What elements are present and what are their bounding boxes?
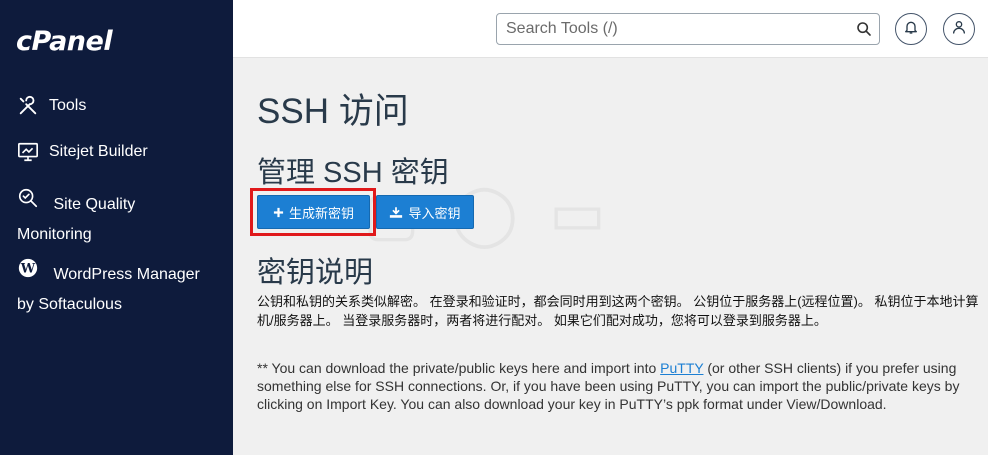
sidebar-item-label: by Softaculous [17,296,122,313]
putty-link[interactable]: PuTTY [660,360,703,376]
user-menu-button[interactable] [943,13,975,45]
page-title: SSH 访问 [257,92,409,131]
notifications-button[interactable] [895,13,927,45]
import-icon [390,206,403,218]
sidebar-item-sitejet-builder[interactable]: Sitejet Builder [17,137,148,167]
sidebar-item-label: WordPress Manager [53,266,200,283]
generate-key-label: 生成新密钥 [288,205,354,221]
import-key-label: 导入密钥 [408,205,461,221]
sidebar-item-label: Site Quality [53,196,136,213]
wordpress-icon: W [17,253,41,283]
sidebar-item-wordpress-manager[interactable]: W WordPress Manager by Softaculous [17,253,200,320]
search-input[interactable] [497,15,849,43]
sidebar-item-tools[interactable]: Tools [17,91,86,121]
search-icon[interactable] [849,21,879,37]
main-content: ▢ ◯ ▭ SSH 访问 管理 SSH 密钥 生成新密钥 导入密钥 密钥说明 公… [233,59,988,455]
generate-key-button[interactable]: 生成新密钥 [257,195,370,229]
user-icon [951,19,967,40]
bell-icon [903,19,919,40]
sidebar-item-label: Monitoring [17,226,92,243]
sidebar-item-label: Tools [49,97,87,114]
top-bar [233,0,988,58]
search-box [496,13,880,45]
tools-icon [17,91,41,121]
key-description-text: 公钥和私钥的关系类似解密。 在登录和验证时，都会同时用到这两个密钥。 公钥位于服… [257,294,979,328]
cpanel-logo[interactable]: cPanel [16,26,113,57]
plus-icon [273,207,284,217]
sidebar: cPanel Tools Sitejet Builder Site Qualit… [0,0,233,455]
sidebar-item-label: Sitejet Builder [49,143,148,160]
manage-keys-title: 管理 SSH 密钥 [257,157,449,189]
import-key-button[interactable]: 导入密钥 [376,195,474,229]
note-prefix: ** You can download the private/public k… [257,360,661,376]
putty-note: ** You can download the private/public k… [257,359,987,413]
sidebar-item-site-quality-monitoring[interactable]: Site Quality Monitoring [17,183,135,250]
magnifier-check-icon [17,183,41,213]
monitor-icon [17,137,41,167]
key-description-title: 密钥说明 [257,257,374,289]
svg-text:W: W [20,262,36,277]
